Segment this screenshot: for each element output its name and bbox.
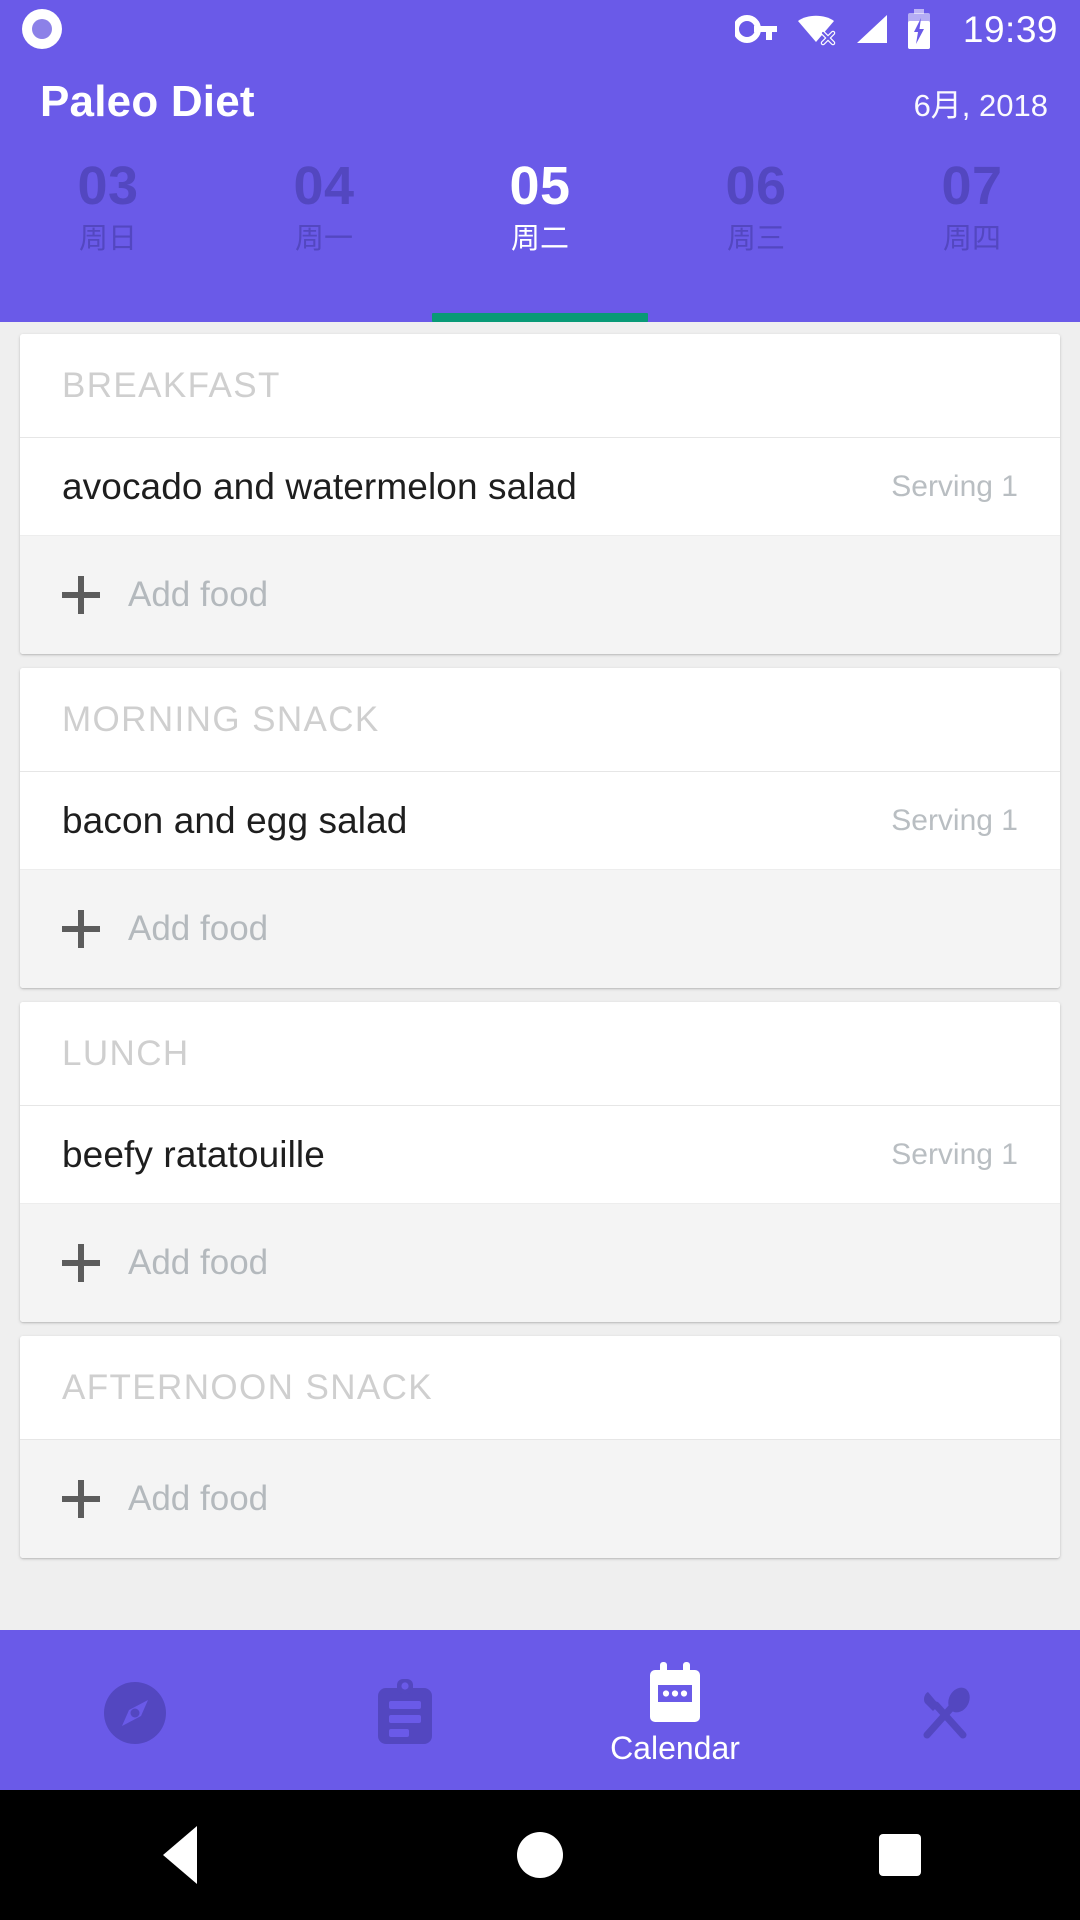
- meal-list[interactable]: BREAKFAST avocado and watermelon salad S…: [0, 322, 1080, 1630]
- food-name: beefy ratatouille: [62, 1133, 325, 1175]
- add-food-label: Add food: [128, 1243, 269, 1282]
- plus-icon: [62, 910, 100, 948]
- recents-square-icon: [879, 1834, 921, 1876]
- current-month-label: 6月, 2018: [913, 87, 1048, 123]
- explore-compass-icon: [102, 1680, 168, 1746]
- food-serving: Serving 1: [891, 1137, 1018, 1171]
- app-root: 19:39 Paleo Diet 6月, 2018 03 周日 04 周一 05…: [0, 0, 1080, 1920]
- meal-card-lunch: LUNCH beefy ratatouille Serving 1 Add fo…: [20, 1002, 1060, 1322]
- nav-item-explore[interactable]: [0, 1630, 270, 1790]
- meal-header: BREAKFAST: [20, 334, 1060, 438]
- plus-icon: [62, 1244, 100, 1282]
- nav-item-plan[interactable]: [270, 1630, 540, 1790]
- status-bar-clock: 19:39: [962, 8, 1058, 50]
- food-row[interactable]: beefy ratatouille Serving 1: [20, 1106, 1060, 1204]
- plus-icon: [62, 1480, 100, 1518]
- add-food-button[interactable]: Add food: [20, 1204, 1060, 1322]
- nav-item-calendar[interactable]: Calendar: [540, 1630, 810, 1790]
- android-home-button[interactable]: [360, 1832, 720, 1878]
- add-food-button[interactable]: Add food: [20, 1440, 1060, 1558]
- meal-title: AFTERNOON SNACK: [62, 1367, 434, 1407]
- day-tab-number: 05: [509, 156, 571, 216]
- clipboard-assignment-icon: [374, 1679, 436, 1747]
- meal-card-afternoon-snack: AFTERNOON SNACK Add food: [20, 1336, 1060, 1558]
- status-bar-right: 19:39: [734, 8, 1058, 50]
- day-tab-05[interactable]: 05 周二: [432, 146, 648, 322]
- day-tab-weekday: 周一: [294, 222, 353, 255]
- day-tab-03[interactable]: 03 周日: [0, 146, 216, 322]
- add-food-button[interactable]: Add food: [20, 870, 1060, 988]
- meal-header: MORNING SNACK: [20, 668, 1060, 772]
- day-tab-number: 03: [77, 156, 139, 216]
- record-dot-icon: [22, 9, 62, 49]
- vpn-key-icon: [734, 13, 779, 45]
- day-tab-weekday: 周三: [726, 222, 785, 255]
- day-tabs: 03 周日 04 周一 05 周二 06 周三 07 周四: [0, 146, 1080, 322]
- calendar-icon: [645, 1662, 705, 1724]
- meal-header: AFTERNOON SNACK: [20, 1336, 1060, 1440]
- tab-indicator: [432, 313, 648, 322]
- food-serving: Serving 1: [891, 803, 1018, 837]
- day-tab-weekday: 周四: [942, 222, 1001, 255]
- food-name: avocado and watermelon salad: [62, 465, 577, 507]
- nav-item-recipes[interactable]: [810, 1630, 1080, 1790]
- day-tab-07[interactable]: 07 周四: [864, 146, 1080, 322]
- app-bar: Paleo Diet 6月, 2018: [0, 58, 1080, 146]
- status-bar: 19:39: [0, 0, 1080, 58]
- home-circle-icon: [517, 1832, 563, 1878]
- back-triangle-icon: [163, 1826, 197, 1884]
- food-row[interactable]: avocado and watermelon salad Serving 1: [20, 438, 1060, 536]
- food-name: bacon and egg salad: [62, 799, 408, 841]
- day-tab-04[interactable]: 04 周一: [216, 146, 432, 322]
- add-food-label: Add food: [128, 1479, 269, 1518]
- meal-title: BREAKFAST: [62, 365, 281, 405]
- meal-card-morning-snack: MORNING SNACK bacon and egg salad Servin…: [20, 668, 1060, 988]
- day-tab-weekday: 周二: [510, 222, 569, 255]
- android-recents-button[interactable]: [720, 1834, 1080, 1876]
- restaurant-icon: [912, 1680, 978, 1746]
- day-tab-number: 07: [941, 156, 1003, 216]
- signal-cellular-icon: [853, 13, 889, 45]
- add-food-label: Add food: [128, 575, 269, 614]
- meal-title: MORNING SNACK: [62, 699, 380, 739]
- meal-card-breakfast: BREAKFAST avocado and watermelon salad S…: [20, 334, 1060, 654]
- meal-title: LUNCH: [62, 1033, 190, 1073]
- day-tab-weekday: 周日: [78, 222, 137, 255]
- meal-header: LUNCH: [20, 1002, 1060, 1106]
- battery-charging-icon: [906, 9, 932, 49]
- nav-label: Calendar: [610, 1730, 740, 1766]
- android-system-nav: [0, 1790, 1080, 1920]
- bottom-navigation: Calendar: [0, 1630, 1080, 1790]
- add-food-button[interactable]: Add food: [20, 536, 1060, 654]
- day-tab-number: 04: [293, 156, 355, 216]
- plus-icon: [62, 576, 100, 614]
- android-back-button[interactable]: [0, 1826, 360, 1884]
- status-bar-left: [22, 9, 62, 49]
- day-tab-06[interactable]: 06 周三: [648, 146, 864, 322]
- food-row[interactable]: bacon and egg salad Serving 1: [20, 772, 1060, 870]
- food-serving: Serving 1: [891, 469, 1018, 503]
- day-tab-number: 06: [725, 156, 787, 216]
- add-food-label: Add food: [128, 909, 269, 948]
- page-title: Paleo Diet: [40, 77, 255, 126]
- wifi-off-icon: [796, 12, 836, 46]
